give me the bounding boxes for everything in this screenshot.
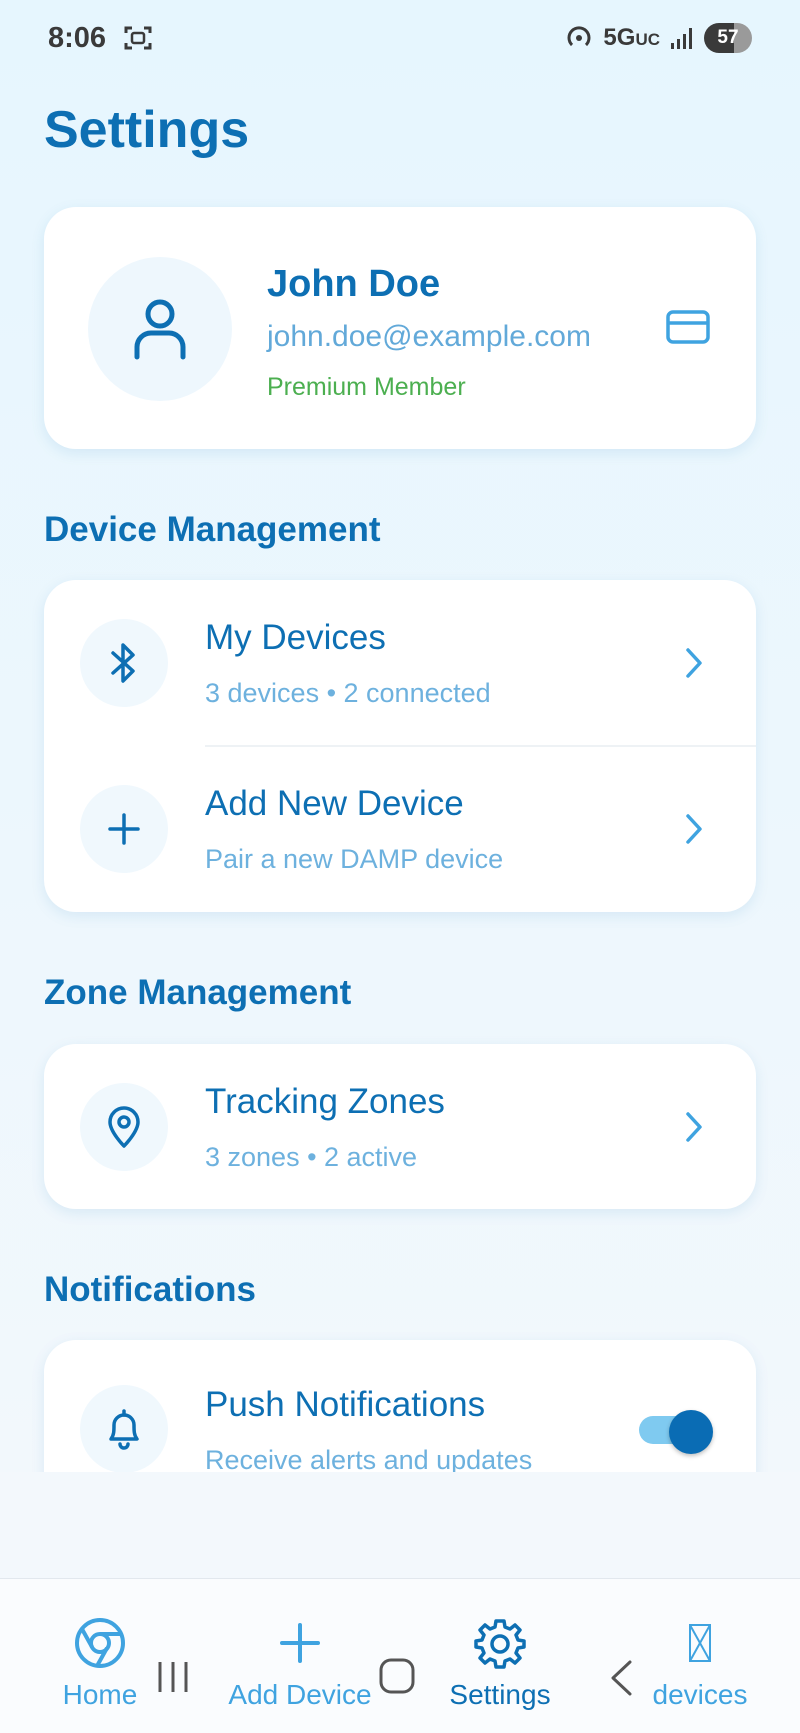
row-subtitle: 3 zones • 2 active [205, 1142, 418, 1172]
add-new-device-row[interactable]: Add New Device Pair a new DAMP device [44, 746, 756, 912]
status-bar: 8:06 5GUC 57 [0, 0, 800, 76]
back-icon[interactable] [608, 1659, 634, 1697]
device-management-card: My Devices 3 devices • 2 connected Add N… [44, 580, 756, 912]
chevron-right-icon [686, 814, 702, 844]
profile-card[interactable]: John Doe john.doe@example.com Premium Me… [44, 207, 756, 449]
row-title: Tracking Zones [205, 1082, 445, 1121]
nav-label: devices [652, 1679, 748, 1710]
screenshot-icon [124, 26, 152, 50]
broken-image-icon [689, 1624, 711, 1662]
nav-label: Add Device [228, 1679, 372, 1710]
credit-card-icon[interactable] [666, 310, 710, 344]
signal-icon [671, 28, 692, 49]
plus-icon [80, 785, 168, 873]
nav-item-add-device[interactable]: Add Device [210, 1615, 390, 1711]
nav-item-devices[interactable]: devices [610, 1615, 790, 1711]
chrome-icon [75, 1618, 125, 1668]
network-type: 5GUC [603, 24, 660, 51]
plus-icon [280, 1623, 320, 1663]
tracking-zones-row[interactable]: Tracking Zones 3 zones • 2 active [44, 1044, 756, 1209]
chevron-right-icon [686, 1112, 702, 1142]
user-icon [134, 299, 186, 360]
bell-icon [80, 1385, 168, 1473]
my-devices-row[interactable]: My Devices 3 devices • 2 connected [44, 580, 756, 747]
status-time: 8:06 [48, 21, 107, 54]
toggle-knob [669, 1410, 713, 1454]
section-title-zone-management: Zone Management [44, 973, 352, 1012]
bluetooth-icon [80, 619, 168, 707]
push-notifications-toggle[interactable] [639, 1410, 713, 1454]
row-title: My Devices [205, 618, 386, 657]
battery-indicator: 57 [704, 23, 752, 53]
location-pin-icon [80, 1083, 168, 1171]
row-title: Push Notifications [205, 1385, 486, 1424]
membership-badge: Premium Member [267, 373, 466, 401]
content-clip-area [0, 1472, 800, 1578]
profile-name: John Doe [267, 263, 441, 305]
hotspot-icon [567, 26, 591, 47]
page-title: Settings [44, 101, 250, 159]
section-title-notifications: Notifications [44, 1270, 256, 1309]
row-subtitle: Pair a new DAMP device [205, 844, 504, 874]
profile-email: john.doe@example.com [267, 320, 591, 353]
recent-apps-icon[interactable] [155, 1659, 191, 1695]
home-system-icon[interactable] [378, 1657, 416, 1695]
section-title-device-management: Device Management [44, 510, 381, 549]
row-subtitle: 3 devices • 2 connected [205, 678, 491, 708]
nav-item-settings[interactable]: Settings [410, 1615, 590, 1711]
avatar [88, 257, 232, 401]
chevron-right-icon [686, 648, 702, 678]
row-title: Add New Device [205, 784, 464, 823]
gear-icon [474, 1619, 526, 1669]
bottom-nav: Home Add Device Settings devices [0, 1578, 800, 1733]
nav-label: Settings [449, 1679, 551, 1710]
zone-management-card: Tracking Zones 3 zones • 2 active [44, 1044, 756, 1209]
